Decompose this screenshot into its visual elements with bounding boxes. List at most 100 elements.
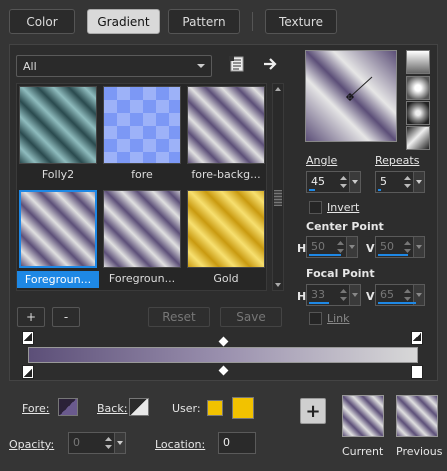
spinner-arrows-icon[interactable] <box>339 174 348 190</box>
spinner-arrows-icon[interactable] <box>403 239 412 255</box>
gradient-thumbnail <box>103 86 181 164</box>
opacity-stop-end[interactable] <box>411 365 423 379</box>
color-stop-end[interactable] <box>411 331 423 345</box>
angle-slider-fill <box>309 189 315 191</box>
add-to-swatches-button[interactable]: + <box>300 398 326 424</box>
repeats-spinner[interactable]: 5 <box>375 171 425 193</box>
gradient-item[interactable]: Gold <box>185 188 267 288</box>
angle-dropdown[interactable] <box>349 172 360 192</box>
gradient-label: fore-backg... <box>191 168 261 181</box>
spinner-arrows-icon[interactable] <box>403 174 412 190</box>
opacity-spinner[interactable]: 0 <box>68 432 126 454</box>
spinner-arrows-icon[interactable] <box>336 239 345 255</box>
user-swatch-small[interactable] <box>207 400 223 416</box>
arrow-right-icon[interactable] <box>262 55 280 73</box>
previous-gradient-thumbnail[interactable] <box>396 395 438 437</box>
gradient-thumbnail <box>187 190 265 268</box>
style-rectangular-icon[interactable] <box>406 76 430 100</box>
save-button-label: Save <box>236 310 266 324</box>
repeats-label: Repeats <box>375 154 420 167</box>
repeats-value: 5 <box>380 175 387 188</box>
tab-pattern[interactable]: Pattern <box>168 9 240 34</box>
focal-v-slider-fill <box>378 302 416 304</box>
gradient-label: fore <box>131 168 153 181</box>
spinner-arrows-icon[interactable] <box>403 287 412 303</box>
location-field[interactable]: 0 <box>218 432 256 454</box>
focal-v-spinner[interactable]: 65 <box>375 284 425 306</box>
tab-texture[interactable]: Texture <box>265 9 337 34</box>
invert-checkbox[interactable] <box>309 201 322 214</box>
back-swatch[interactable] <box>129 398 149 416</box>
add-gradient-label: + <box>25 310 37 324</box>
gradient-item[interactable]: Foregroun... <box>17 188 99 288</box>
center-v-spinner[interactable]: 50 <box>375 236 425 258</box>
center-v-label: V <box>366 242 375 255</box>
location-label: Location: <box>155 438 206 451</box>
focal-h-label: H <box>297 290 307 303</box>
angle-spinner[interactable]: 45 <box>306 171 361 193</box>
gradient-item[interactable]: fore <box>101 84 183 184</box>
current-gradient-thumbnail[interactable] <box>342 395 384 437</box>
style-linear-icon[interactable] <box>406 50 430 74</box>
gradient-thumbnail <box>103 190 181 268</box>
style-sunburst-icon[interactable] <box>406 101 430 125</box>
color-stop-start[interactable] <box>22 331 34 345</box>
back-label: Back: <box>97 402 128 415</box>
link-checkbox[interactable] <box>309 312 322 325</box>
focal-h-dropdown[interactable] <box>349 285 360 305</box>
tab-texture-label: Texture <box>279 14 323 29</box>
scroll-up-icon[interactable] <box>275 87 281 91</box>
fore-label: Fore: <box>22 402 50 415</box>
location-value: 0 <box>223 436 230 449</box>
style-radial-icon[interactable] <box>406 126 430 150</box>
opacity-dropdown[interactable] <box>114 433 125 453</box>
tab-color[interactable]: Color <box>9 9 75 34</box>
gradient-preview[interactable] <box>305 50 397 142</box>
fore-swatch[interactable] <box>58 398 78 416</box>
angle-value: 45 <box>311 175 325 188</box>
gradient-label: Folly2 <box>41 168 75 181</box>
center-h-dropdown[interactable] <box>346 237 357 257</box>
center-v-dropdown[interactable] <box>413 237 424 257</box>
gradient-item[interactable]: Foregroun... <box>101 188 183 288</box>
opacity-label: Opacity: <box>9 438 55 451</box>
reset-button-label: Reset <box>162 310 196 324</box>
focal-h-spinner[interactable]: 33 <box>306 284 361 306</box>
tab-separator <box>252 12 253 31</box>
center-v-value: 50 <box>380 240 394 253</box>
tab-color-label: Color <box>26 14 58 29</box>
gradient-thumbnail <box>19 190 97 268</box>
scroll-down-icon[interactable] <box>275 283 281 287</box>
user-swatch[interactable] <box>232 397 254 419</box>
spinner-arrows-icon[interactable] <box>339 287 348 303</box>
remove-gradient-button[interactable]: - <box>52 307 80 327</box>
focal-v-value: 65 <box>380 288 394 301</box>
center-point-label: Center Point <box>306 220 384 233</box>
gradient-grid: Folly2 fore fore-backg... Foregroun... F… <box>16 83 267 291</box>
remove-gradient-label: - <box>63 310 69 324</box>
opacity-stop-start[interactable] <box>22 365 34 379</box>
spinner-arrows-icon[interactable] <box>104 435 113 451</box>
category-select[interactable]: All <box>16 55 212 77</box>
gradient-item[interactable]: Folly2 <box>17 84 99 184</box>
gradient-label: Foregroun... <box>17 271 99 288</box>
gradient-item[interactable]: fore-backg... <box>185 84 267 184</box>
angle-handle-icon[interactable] <box>306 51 398 143</box>
chevron-down-icon <box>197 64 205 68</box>
gradient-grid-scrollbar[interactable] <box>272 83 284 291</box>
add-to-swatches-label: + <box>305 400 321 422</box>
add-gradient-button[interactable]: + <box>17 307 45 327</box>
save-button[interactable]: Save <box>220 307 282 327</box>
center-h-spinner[interactable]: 50 <box>306 236 358 258</box>
tab-gradient[interactable]: Gradient <box>87 9 160 34</box>
repeats-slider-fill <box>378 189 381 191</box>
list-view-icon[interactable] <box>228 55 246 73</box>
invert-label: Invert <box>327 201 360 214</box>
center-v-slider-fill <box>378 254 408 256</box>
center-h-value: 50 <box>311 240 325 253</box>
gradient-editor-bar[interactable] <box>28 347 418 363</box>
scroll-thumb[interactable] <box>274 190 282 206</box>
repeats-dropdown[interactable] <box>413 172 424 192</box>
focal-v-label: V <box>366 290 375 303</box>
reset-button[interactable]: Reset <box>148 307 210 327</box>
